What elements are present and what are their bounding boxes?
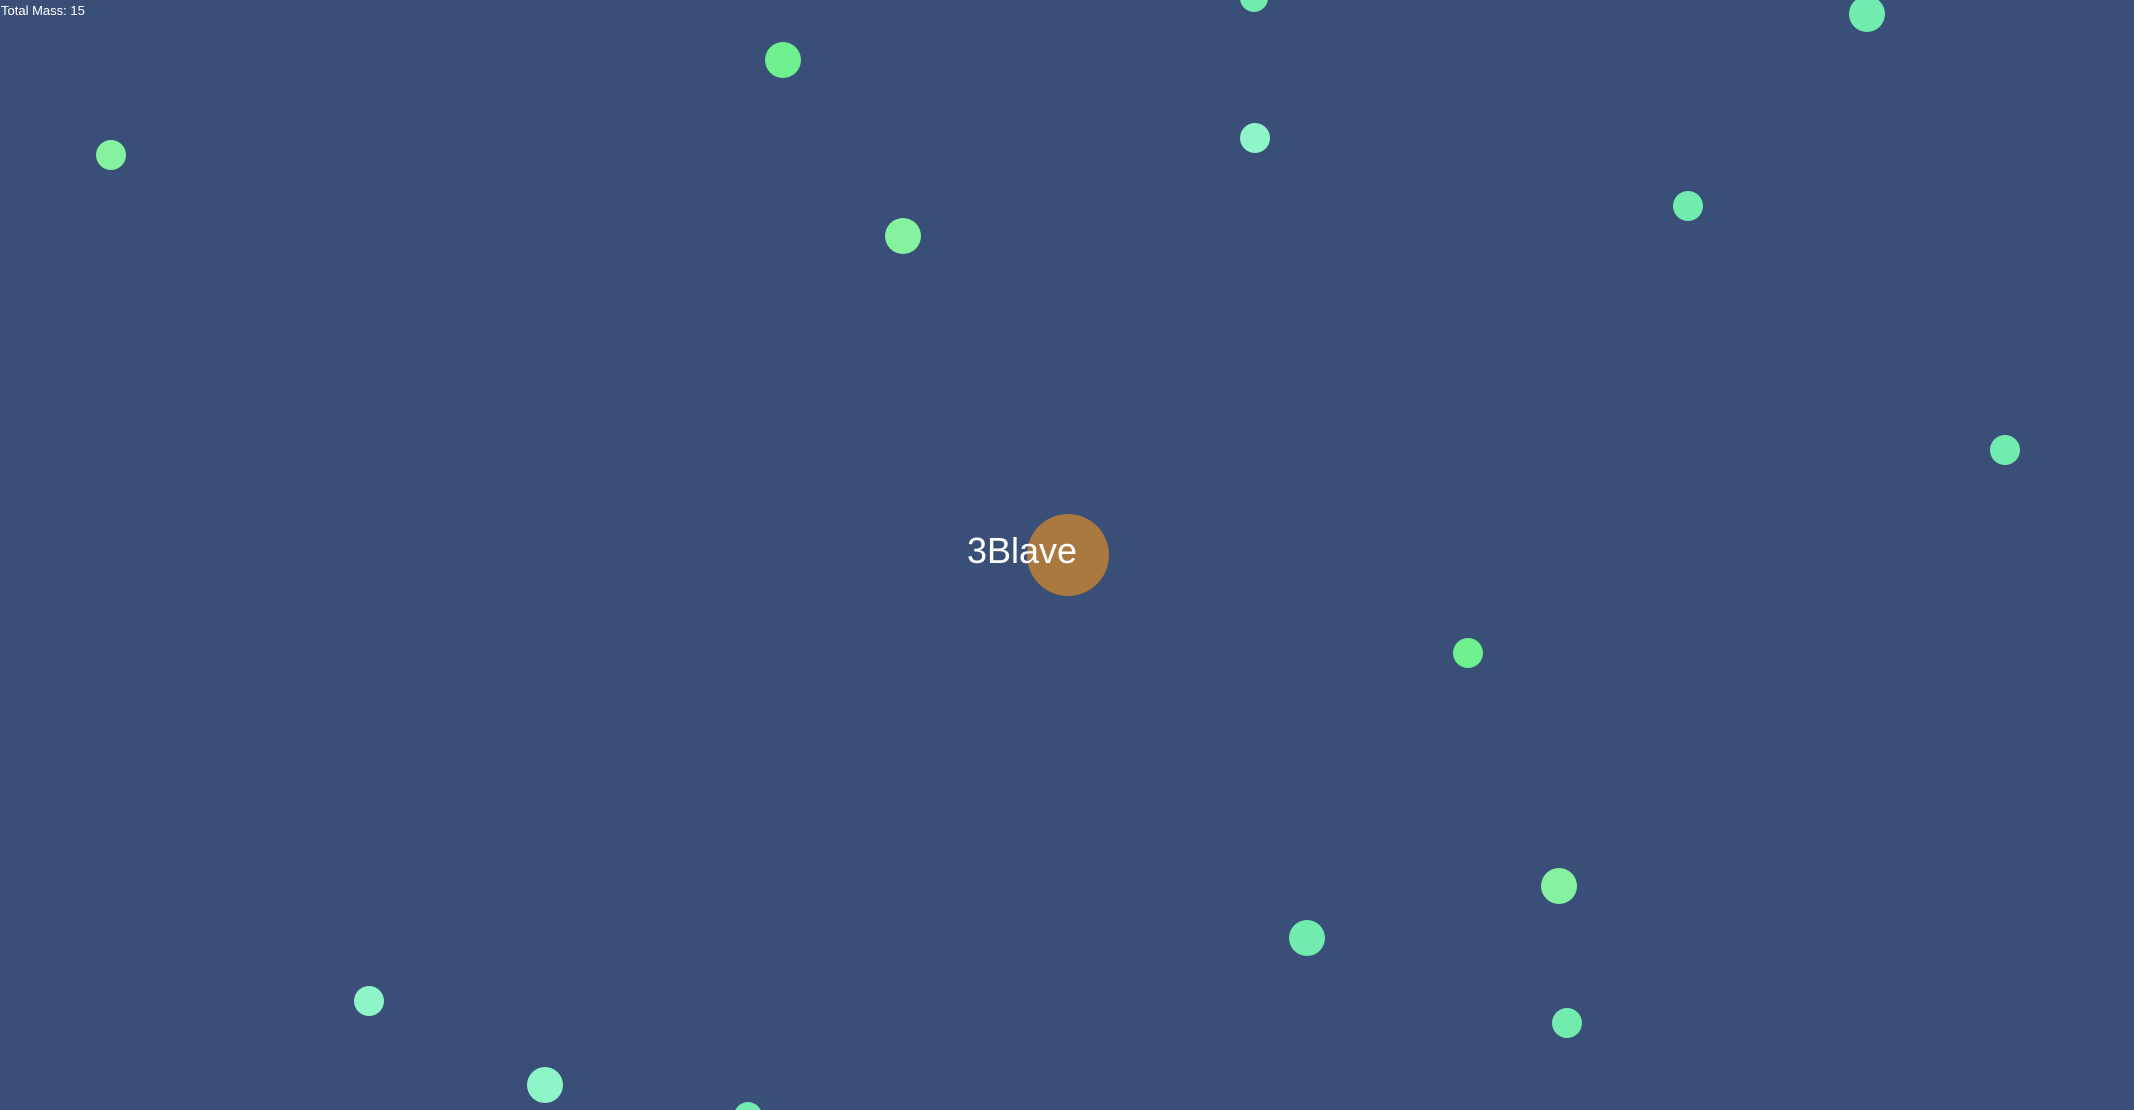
food-pellet (1552, 1008, 1582, 1038)
player-name-label: 3Blave (967, 530, 1078, 571)
game-canvas[interactable]: 3Blave Total Mass: 15 (0, 0, 2134, 1110)
food-pellet (1240, 123, 1270, 153)
food-pellet (1849, 0, 1885, 32)
food-pellet (734, 1102, 762, 1110)
food-pellet (885, 218, 921, 254)
food-pellet (527, 1067, 563, 1103)
food-pellet (96, 140, 126, 170)
food-pellet (1673, 191, 1703, 221)
food-pellet (1541, 868, 1577, 904)
food-pellet (1453, 638, 1483, 668)
food-pellet (1990, 435, 2020, 465)
food-pellet (1240, 0, 1268, 12)
food-pellet (765, 42, 801, 78)
total-mass-readout: Total Mass: 15 (1, 3, 85, 18)
food-pellet (1289, 920, 1325, 956)
food-pellet (354, 986, 384, 1016)
